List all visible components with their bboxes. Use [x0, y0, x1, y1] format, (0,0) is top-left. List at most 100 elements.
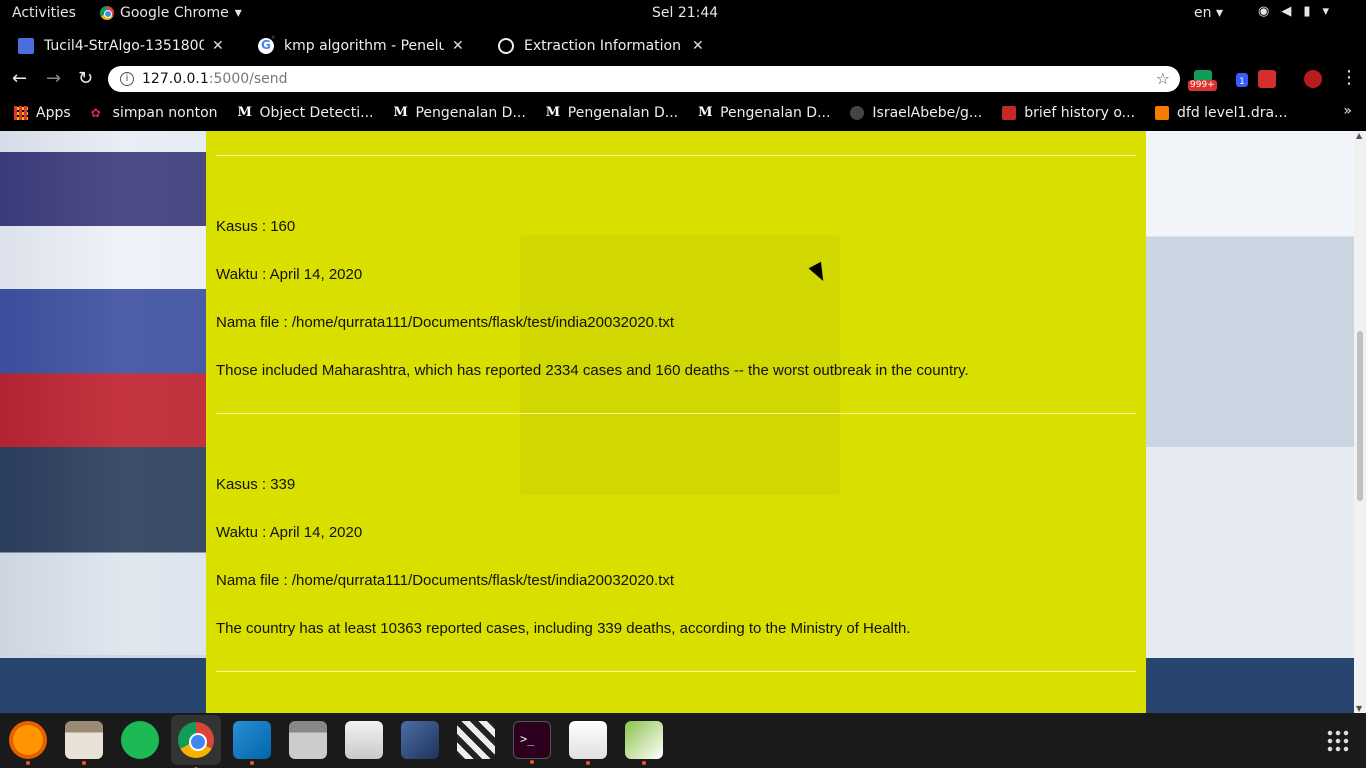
book-icon[interactable]	[401, 721, 439, 759]
extension-badge-icon[interactable]: 1	[1236, 73, 1248, 87]
bookmark-label: Apps	[36, 104, 71, 121]
chevron-down-icon: ▾	[1322, 4, 1330, 19]
drawio-icon	[1155, 105, 1170, 120]
app-menu-button[interactable]: Google Chrome ▾	[100, 5, 242, 21]
bookmark-label: Pengenalan D...	[567, 104, 679, 121]
bookmark-pengenalan-1[interactable]: M Pengenalan D...	[393, 105, 525, 121]
info-icon[interactable]: i	[120, 72, 134, 86]
scroll-up-icon[interactable]: ▲	[1356, 131, 1362, 140]
running-indicator	[530, 760, 534, 764]
bookmark-apps[interactable]: Apps	[14, 105, 71, 121]
background-photo-right	[1146, 131, 1354, 658]
files-icon[interactable]	[65, 721, 103, 765]
dock: >_	[0, 713, 1366, 768]
bookmark-star-icon[interactable]: ☆	[1156, 69, 1170, 88]
result-waktu: Waktu : April 14, 2020	[216, 266, 363, 283]
medium-icon: M	[237, 104, 252, 120]
document-viewer-icon[interactable]	[569, 721, 607, 765]
scrollbar-thumb[interactable]	[1357, 331, 1363, 501]
chrome-icon[interactable]	[171, 715, 221, 768]
close-icon[interactable]: ✕	[692, 38, 704, 54]
video-icon[interactable]	[457, 721, 495, 759]
bookmark-israelabebe[interactable]: IsraelAbebe/g...	[850, 105, 982, 121]
reload-button[interactable]: ↻	[78, 68, 93, 89]
back-button[interactable]: ←	[12, 68, 27, 89]
bookmark-brief-history[interactable]: brief history o...	[1002, 105, 1135, 121]
language-label: en	[1194, 5, 1212, 21]
language-indicator[interactable]: en ▾	[1194, 5, 1223, 21]
system-tray[interactable]: ◉ ◀ ▮ ▾	[1258, 4, 1329, 19]
result-nama-file: Nama file : /home/qurrata111/Documents/f…	[216, 572, 675, 589]
github-icon	[850, 105, 865, 120]
page-scrollbar[interactable]: ▲ ▼	[1354, 131, 1366, 713]
running-indicator	[26, 761, 30, 765]
bookmark-simpan-nonton[interactable]: ✿ simpan nonton	[91, 105, 218, 121]
tab-tucil4[interactable]: Tucil4-StrAlgo-13518004 - ✕	[18, 31, 224, 61]
chrome-icon	[100, 6, 114, 20]
divider	[216, 413, 1136, 414]
record-extension-icon[interactable]	[1304, 70, 1322, 88]
tab-title: kmp algorithm - Penelusu	[284, 38, 444, 54]
mail-extension-icon[interactable]	[1258, 70, 1276, 88]
volume-icon: ◀	[1281, 4, 1292, 19]
result-kalimat: The country has at least 10363 reported …	[216, 620, 911, 637]
results-panel: Kasus : 160 Waktu : April 14, 2020 Nama …	[206, 131, 1146, 713]
address-bar[interactable]: i 127.0.0.1:5000/send ☆	[108, 66, 1180, 92]
text-editor-icon[interactable]	[345, 721, 383, 759]
result-nama-file: Nama file : /home/qurrata111/Documents/f…	[216, 314, 675, 331]
result-kasus: Kasus : 339	[216, 476, 296, 493]
camera-icon[interactable]	[289, 721, 327, 759]
running-indicator	[82, 761, 86, 765]
forward-button[interactable]: →	[46, 68, 61, 89]
hangouts-extension-icon[interactable]: 999+	[1188, 70, 1217, 91]
bookmark-label: simpan nonton	[112, 104, 218, 121]
url-host: 127.0.0.1	[142, 71, 209, 87]
bookmark-label: dfd level1.dra...	[1177, 104, 1288, 121]
bookmark-dfd-level1[interactable]: dfd level1.dra...	[1155, 105, 1287, 121]
terminal-icon[interactable]: >_	[513, 721, 551, 764]
globe-icon	[498, 38, 514, 54]
tab-title: Tucil4-StrAlgo-13518004 -	[44, 38, 204, 54]
notification-badge: 999+	[1188, 80, 1217, 91]
browser-toolbar: ← → ↻ i 127.0.0.1:5000/send ☆ 999+ 1 ⋮	[0, 61, 1366, 97]
bookmark-object-detection[interactable]: M Object Detecti...	[238, 105, 374, 121]
close-icon[interactable]: ✕	[212, 38, 224, 54]
apps-grid-icon	[14, 105, 28, 120]
bookmark-label: IsraelAbebe/g...	[872, 104, 983, 121]
bookmark-label: Pengenalan D...	[415, 104, 526, 121]
kebab-menu-icon[interactable]: ⋮	[1340, 67, 1358, 88]
docs-icon	[18, 38, 34, 54]
running-indicator	[586, 761, 590, 765]
more-bookmarks-icon[interactable]: »	[1343, 103, 1352, 119]
app-menu-label: Google Chrome	[120, 5, 229, 21]
terminal-glyph: >_	[520, 732, 535, 746]
tab-extraction-info[interactable]: Extraction Information Ap ✕	[498, 31, 704, 61]
clock[interactable]: Sel 21:44	[652, 5, 718, 21]
bookmark-pengenalan-3[interactable]: M Pengenalan D...	[698, 105, 830, 121]
result-kalimat: Those included Maharashtra, which has re…	[216, 362, 969, 379]
bookmark-pengenalan-2[interactable]: M Pengenalan D...	[546, 105, 678, 121]
url-path: :5000/send	[208, 71, 288, 87]
show-applications-icon[interactable]	[1326, 729, 1350, 753]
bookmark-label: Object Detecti...	[259, 104, 374, 121]
chrome-logo	[178, 722, 214, 758]
system-top-bar: Activities Google Chrome ▾ Sel 21:44 en …	[0, 0, 1366, 27]
scroll-down-icon[interactable]: ▼	[1356, 704, 1362, 713]
wifi-icon: ◉	[1258, 4, 1270, 19]
medium-icon: M	[698, 104, 713, 120]
bookmarks-bar: Apps ✿ simpan nonton M Object Detecti... M…	[0, 97, 1366, 128]
running-indicator	[250, 761, 254, 765]
google-icon	[258, 38, 274, 54]
medium-icon: M	[545, 104, 561, 120]
image-inspect-icon[interactable]	[625, 721, 663, 765]
activities-button[interactable]: Activities	[12, 5, 76, 21]
page-viewport: Kasus : 160 Waktu : April 14, 2020 Nama …	[0, 131, 1354, 713]
spotify-icon[interactable]	[121, 721, 159, 759]
close-icon[interactable]: ✕	[452, 38, 464, 54]
firefox-icon[interactable]	[9, 721, 47, 765]
bookmark-label: brief history o...	[1024, 104, 1136, 121]
bookmark-label: Pengenalan D...	[720, 104, 831, 121]
vscode-icon[interactable]	[233, 721, 271, 765]
tab-kmp-search[interactable]: kmp algorithm - Penelusu ✕	[258, 31, 464, 61]
bookmark-favicon-icon: ✿	[90, 105, 101, 120]
